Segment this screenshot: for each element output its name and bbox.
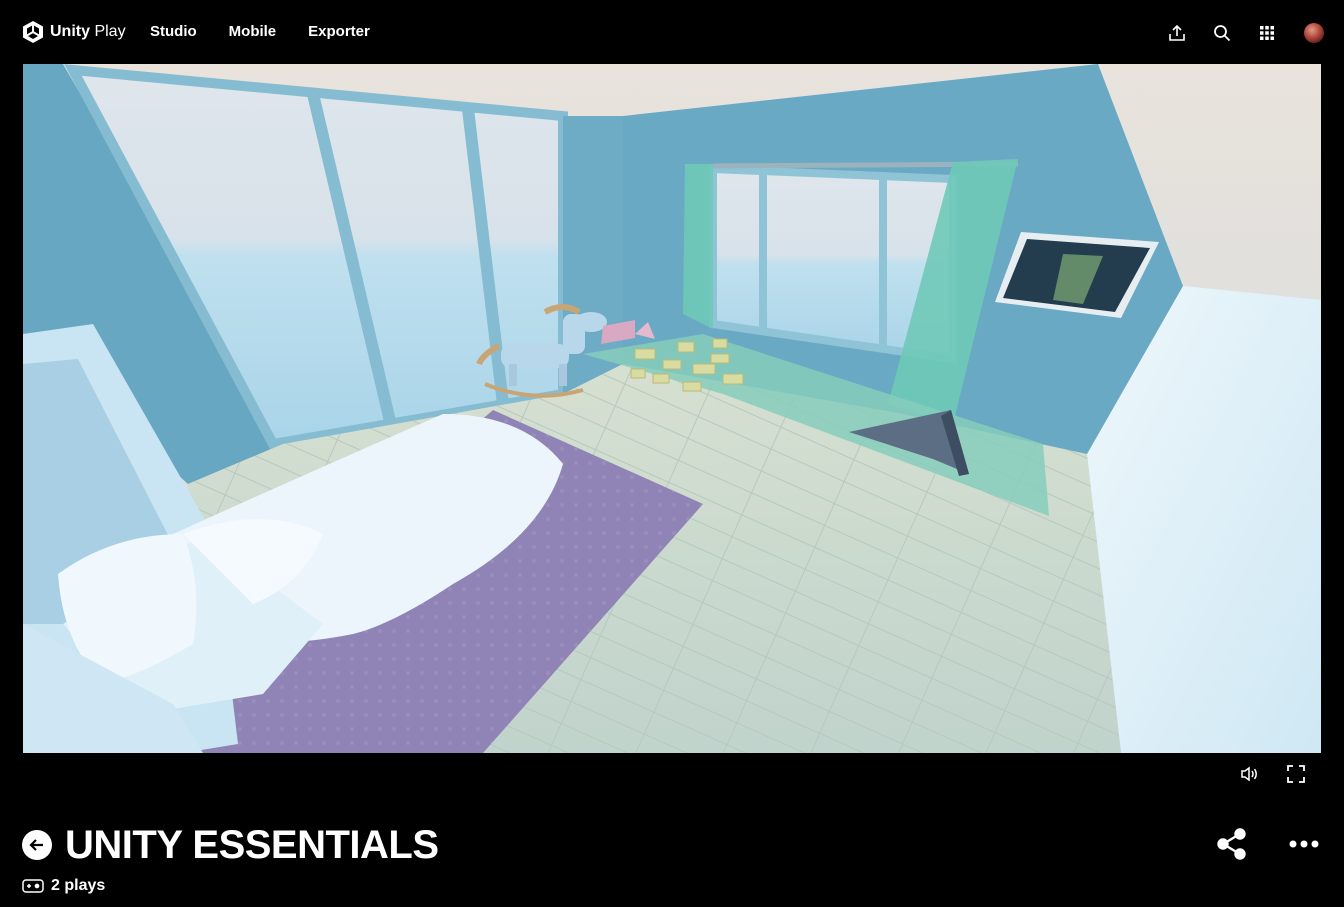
- game-canvas[interactable]: [23, 64, 1321, 753]
- search-icon[interactable]: [1211, 22, 1233, 44]
- unity-logo-icon: [23, 21, 43, 43]
- fullscreen-icon[interactable]: [1285, 764, 1307, 784]
- volume-icon[interactable]: [1239, 764, 1261, 784]
- arrow-left-icon: [29, 839, 43, 851]
- upload-icon[interactable]: [1166, 22, 1188, 44]
- header-actions: [1143, 22, 1324, 44]
- page-title: UNITY ESSENTIALS: [65, 823, 439, 867]
- user-avatar[interactable]: [1304, 23, 1324, 43]
- play-count: 2 plays: [22, 876, 105, 896]
- apps-grid-icon[interactable]: [1256, 22, 1278, 44]
- top-navigation-bar: Unity Play Studio Mobile Exporter: [0, 0, 1344, 64]
- main-nav: Studio Mobile Exporter: [150, 22, 402, 42]
- share-icon[interactable]: [1214, 826, 1250, 862]
- player-controls: [23, 753, 1321, 795]
- play-count-label: 2 plays: [51, 877, 106, 894]
- unity-play-logo[interactable]: Unity Play: [22, 19, 126, 45]
- more-options-icon[interactable]: [1286, 826, 1322, 862]
- nav-exporter[interactable]: Exporter: [308, 22, 370, 42]
- logo-brand: Unity: [50, 23, 90, 40]
- back-button[interactable]: [22, 830, 52, 860]
- title-actions: [1178, 826, 1322, 862]
- gamepad-icon: [22, 879, 44, 893]
- nav-mobile[interactable]: Mobile: [229, 22, 277, 42]
- game-title-row: UNITY ESSENTIALS: [22, 820, 439, 870]
- logo-product: Play: [94, 23, 126, 40]
- game-scene-image: [23, 64, 1321, 753]
- nav-studio[interactable]: Studio: [150, 22, 197, 42]
